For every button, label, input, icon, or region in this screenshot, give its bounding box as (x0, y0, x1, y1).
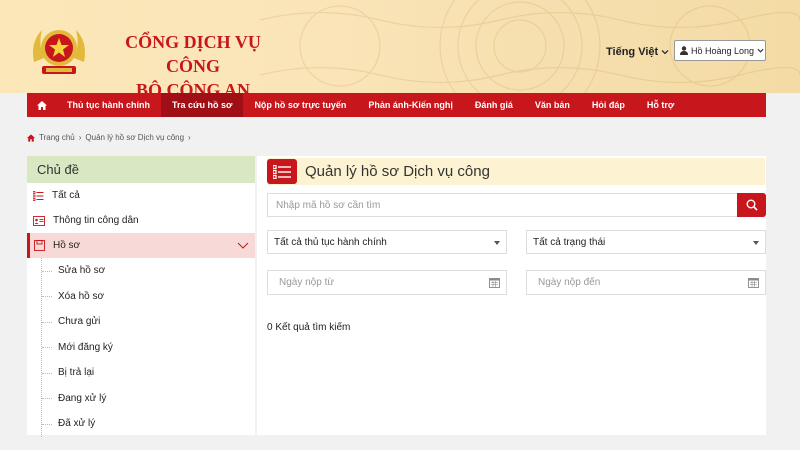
nav-van-ban[interactable]: Văn bản (524, 93, 581, 117)
chevron-down-icon (661, 50, 669, 55)
police-emblem-logo (33, 30, 85, 74)
caret-down-icon (494, 241, 500, 245)
nav-hoi-dap[interactable]: Hỏi đáp (581, 93, 636, 117)
procedure-select-value: Tất cả thủ tục hành chính (274, 236, 387, 248)
submenu-moi-dang-ky[interactable]: Mới đăng ký (42, 335, 255, 361)
language-select[interactable]: Tiếng Việt (606, 42, 669, 62)
nav-danh-gia[interactable]: Đánh giá (464, 93, 524, 117)
home-icon (37, 100, 47, 110)
submenu-da-xu-ly[interactable]: Đã xử lý (42, 411, 255, 437)
search-button[interactable] (737, 193, 766, 217)
id-card-icon (33, 215, 45, 226)
procedure-select[interactable]: Tất cả thủ tục hành chính (267, 230, 507, 254)
main-content: Quản lý hồ sơ Dịch vụ công Nhập mã hồ sơ… (257, 156, 766, 435)
result-count: 0 Kết quả tìm kiếm (267, 322, 351, 333)
search-input[interactable]: Nhập mã hồ sơ cần tìm (267, 193, 738, 217)
folder-icon (34, 240, 45, 251)
search-icon (746, 199, 758, 211)
page-title-bar: Quản lý hồ sơ Dịch vụ công (267, 158, 765, 185)
submenu-bi-tra-lai[interactable]: Bị trả lại (42, 360, 255, 386)
list-icon (33, 190, 44, 201)
date-from-placeholder: Ngày nộp từ (279, 277, 335, 288)
submenu-xoa-ho-so[interactable]: Xóa hồ sơ (42, 284, 255, 310)
date-to-placeholder: Ngày nộp đến (538, 277, 601, 288)
main-nav: Thủ tục hành chính Tra cứu hồ sơ Nộp hồ … (27, 93, 766, 117)
caret-down-icon (753, 241, 759, 245)
breadcrumb-separator: › (188, 133, 191, 142)
user-name: Hồ Hoàng Long (691, 45, 755, 56)
page-title: Quản lý hồ sơ Dịch vụ công (305, 163, 490, 180)
nav-ho-tro[interactable]: Hỗ trợ (636, 93, 685, 117)
breadcrumb-home-link[interactable]: Trang chủ (39, 133, 75, 142)
ho-so-submenu: Sửa hồ sơ Xóa hồ sơ Chưa gửi Mới đăng ký… (41, 258, 255, 437)
site-title: CỔNG DỊCH VỤ CÔNG BỘ CÔNG AN (108, 30, 278, 93)
list-icon (267, 159, 297, 184)
chevron-down-icon (757, 48, 764, 53)
sidebar-item-tat-ca[interactable]: Tất cả (27, 183, 255, 208)
nav-thu-tuc-hanh-chinh[interactable]: Thủ tục hành chính (56, 93, 161, 117)
submenu-chua-gui[interactable]: Chưa gửi (42, 309, 255, 335)
status-select-value: Tất cả trạng thái (533, 236, 606, 248)
submenu-sua-ho-so[interactable]: Sửa hồ sơ (42, 258, 255, 284)
sidebar: Chủ đề Tất cả Thông tin công dân Hồ sơ S… (27, 156, 255, 437)
sidebar-item-ho-so[interactable]: Hồ sơ (27, 233, 255, 258)
calendar-icon[interactable] (489, 277, 500, 288)
date-to-input[interactable]: Ngày nộp đến (526, 270, 766, 295)
status-select[interactable]: Tất cả trạng thái (526, 230, 766, 254)
calendar-icon[interactable] (748, 277, 759, 288)
sidebar-item-label: Hồ sơ (53, 240, 81, 251)
home-icon (27, 133, 35, 142)
nav-tra-cuu-ho-so[interactable]: Tra cứu hồ sơ (161, 93, 244, 117)
user-icon (680, 46, 688, 55)
site-title-line2: BỘ CÔNG AN (135, 80, 250, 93)
language-label: Tiếng Việt (606, 46, 659, 58)
submenu-dang-xu-ly[interactable]: Đang xử lý (42, 386, 255, 412)
date-from-input[interactable]: Ngày nộp từ (267, 270, 507, 295)
breadcrumb: Trang chủ › Quản lý hồ sơ Dịch vụ công › (27, 133, 191, 142)
sidebar-heading: Chủ đề (27, 156, 255, 183)
nav-nop-ho-so-truc-tuyen[interactable]: Nộp hồ sơ trực tuyến (243, 93, 357, 117)
nav-phan-anh-kien-nghi[interactable]: Phản ánh-Kiến nghị (357, 93, 464, 117)
sidebar-item-label: Tất cả (52, 190, 80, 201)
nav-home[interactable] (27, 93, 56, 117)
breadcrumb-separator: › (78, 133, 82, 142)
site-title-line1: CỔNG DỊCH VỤ CÔNG (125, 32, 261, 76)
sidebar-item-label: Thông tin công dân (53, 215, 139, 226)
chevron-down-icon[interactable] (237, 239, 249, 251)
site-header: CỔNG DỊCH VỤ CÔNG BỘ CÔNG AN Tiếng Việt … (0, 0, 800, 93)
user-menu-button[interactable]: Hồ Hoàng Long (674, 40, 766, 61)
breadcrumb-current[interactable]: Quản lý hồ sơ Dịch vụ công (85, 133, 184, 142)
sidebar-item-thong-tin-cong-dan[interactable]: Thông tin công dân (27, 208, 255, 233)
